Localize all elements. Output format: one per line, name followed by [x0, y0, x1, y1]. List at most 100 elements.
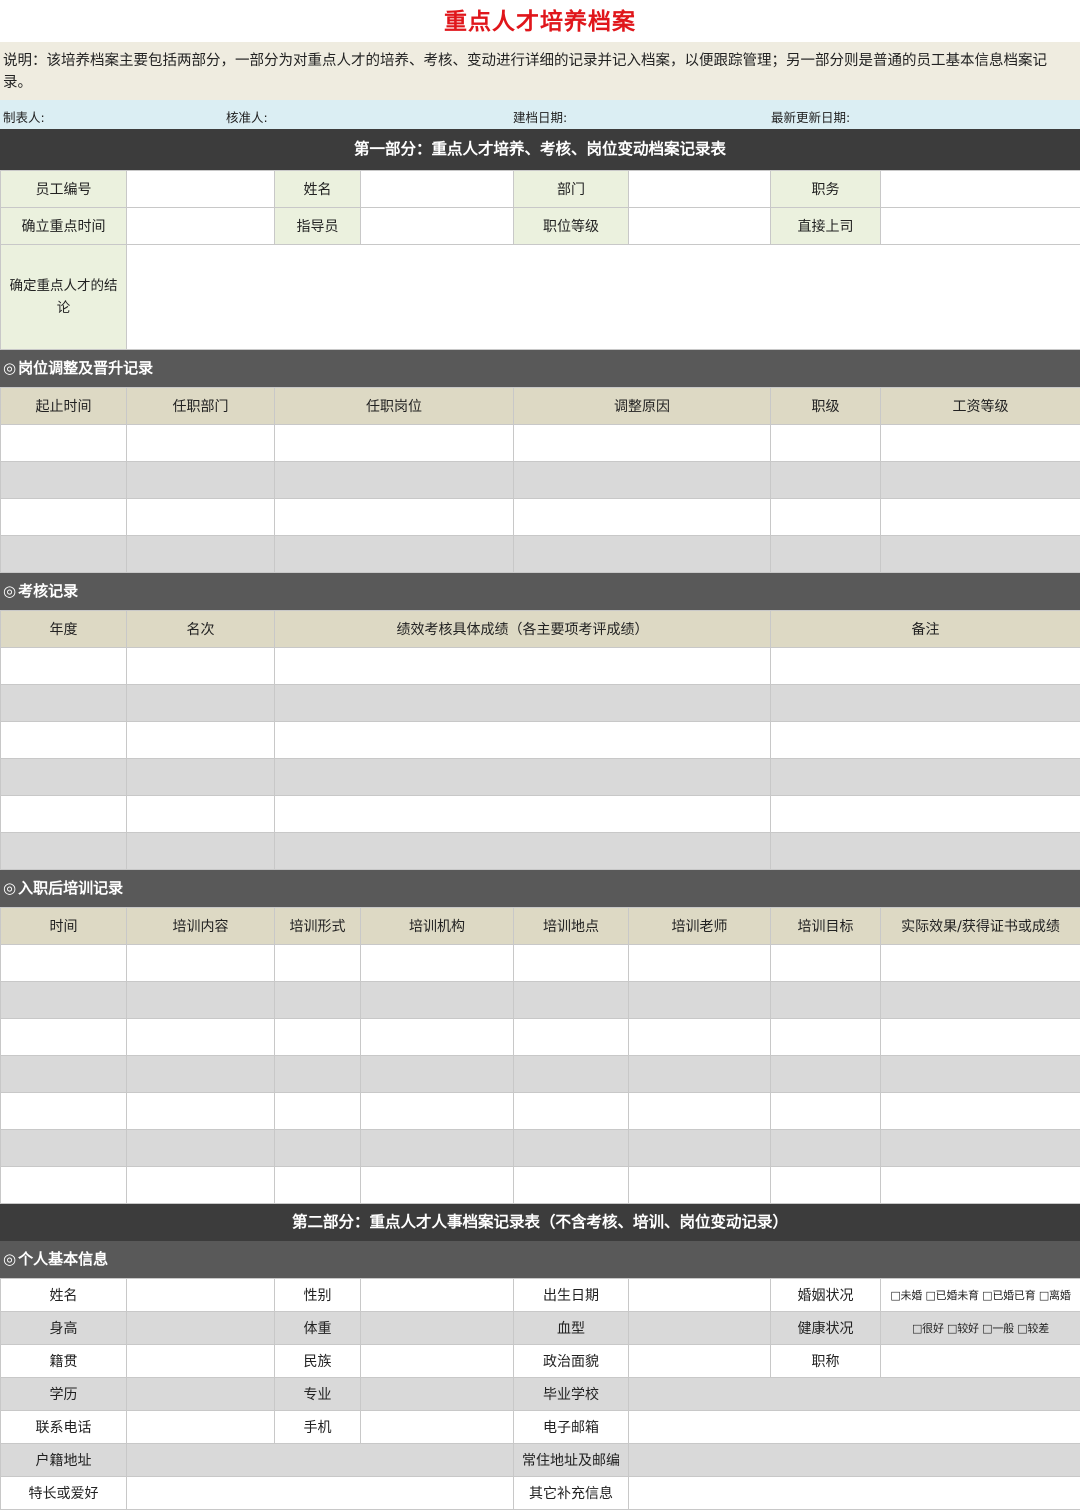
- school-value[interactable]: [629, 1378, 1080, 1411]
- cell[interactable]: [881, 1056, 1080, 1093]
- cell[interactable]: [771, 685, 1080, 722]
- other-value[interactable]: [629, 1477, 1080, 1510]
- cell[interactable]: [514, 1167, 629, 1204]
- cell[interactable]: [771, 1167, 881, 1204]
- key-time-value[interactable]: [127, 208, 275, 245]
- cell[interactable]: [771, 945, 881, 982]
- cell[interactable]: [771, 1093, 881, 1130]
- cell[interactable]: [275, 425, 514, 462]
- cell[interactable]: [361, 982, 514, 1019]
- address-value[interactable]: [629, 1444, 1080, 1477]
- cell[interactable]: [275, 462, 514, 499]
- position-level-value[interactable]: [629, 208, 771, 245]
- education-value[interactable]: [127, 1378, 275, 1411]
- cell[interactable]: [127, 1167, 275, 1204]
- cell[interactable]: [1, 1019, 127, 1056]
- cell[interactable]: [275, 1130, 361, 1167]
- native-value[interactable]: [127, 1345, 275, 1378]
- cell[interactable]: [361, 1019, 514, 1056]
- cell[interactable]: [275, 1167, 361, 1204]
- cell[interactable]: [1, 796, 127, 833]
- cell[interactable]: [1, 499, 127, 536]
- cell[interactable]: [127, 1093, 275, 1130]
- cell[interactable]: [361, 945, 514, 982]
- cell[interactable]: [275, 648, 771, 685]
- cell[interactable]: [514, 982, 629, 1019]
- cell[interactable]: [127, 425, 275, 462]
- employee-id-value[interactable]: [127, 171, 275, 208]
- cell[interactable]: [514, 945, 629, 982]
- cell[interactable]: [514, 1130, 629, 1167]
- cell[interactable]: [127, 499, 275, 536]
- cell[interactable]: [881, 945, 1080, 982]
- cell[interactable]: [771, 833, 1080, 870]
- email-value[interactable]: [629, 1411, 1080, 1444]
- cell[interactable]: [771, 982, 881, 1019]
- cell[interactable]: [514, 1019, 629, 1056]
- cell[interactable]: [127, 759, 275, 796]
- cell[interactable]: [514, 536, 771, 573]
- cell[interactable]: [514, 462, 771, 499]
- cell[interactable]: [127, 536, 275, 573]
- cell[interactable]: [881, 462, 1080, 499]
- cell[interactable]: [275, 833, 771, 870]
- cell[interactable]: [881, 1019, 1080, 1056]
- hukou-value[interactable]: [127, 1444, 514, 1477]
- cell[interactable]: [629, 982, 771, 1019]
- cell[interactable]: [771, 759, 1080, 796]
- cell[interactable]: [275, 982, 361, 1019]
- blood-value[interactable]: [629, 1312, 771, 1345]
- cell[interactable]: [275, 759, 771, 796]
- cell[interactable]: [127, 685, 275, 722]
- title-value[interactable]: [881, 1345, 1080, 1378]
- cell[interactable]: [771, 1019, 881, 1056]
- marital-options[interactable]: □未婚 □已婚未育 □已婚已育 □离婚: [881, 1279, 1080, 1312]
- cell[interactable]: [514, 1093, 629, 1130]
- cell[interactable]: [1, 1093, 127, 1130]
- mobile-value[interactable]: [361, 1411, 514, 1444]
- cell[interactable]: [127, 833, 275, 870]
- cell[interactable]: [275, 796, 771, 833]
- cell[interactable]: [629, 1167, 771, 1204]
- cell[interactable]: [771, 1056, 881, 1093]
- cell[interactable]: [881, 1167, 1080, 1204]
- cell[interactable]: [629, 1019, 771, 1056]
- cell[interactable]: [771, 796, 1080, 833]
- cell[interactable]: [771, 648, 1080, 685]
- height-value[interactable]: [127, 1312, 275, 1345]
- cell[interactable]: [361, 1167, 514, 1204]
- name-value[interactable]: [127, 1279, 275, 1312]
- weight-value[interactable]: [361, 1312, 514, 1345]
- cell[interactable]: [275, 536, 514, 573]
- duty-value[interactable]: [881, 171, 1080, 208]
- cell[interactable]: [514, 1056, 629, 1093]
- cell[interactable]: [881, 499, 1080, 536]
- cell[interactable]: [881, 425, 1080, 462]
- cell[interactable]: [629, 945, 771, 982]
- cell[interactable]: [1, 425, 127, 462]
- cell[interactable]: [127, 945, 275, 982]
- cell[interactable]: [275, 1019, 361, 1056]
- phone-value[interactable]: [127, 1411, 275, 1444]
- cell[interactable]: [1, 648, 127, 685]
- cell[interactable]: [771, 462, 881, 499]
- cell[interactable]: [1, 685, 127, 722]
- cell[interactable]: [1, 945, 127, 982]
- ethnic-value[interactable]: [361, 1345, 514, 1378]
- major-value[interactable]: [361, 1378, 514, 1411]
- supervisor-value[interactable]: [881, 208, 1080, 245]
- cell[interactable]: [1, 1130, 127, 1167]
- cell[interactable]: [514, 499, 771, 536]
- cell[interactable]: [127, 648, 275, 685]
- cell[interactable]: [127, 722, 275, 759]
- cell[interactable]: [127, 1019, 275, 1056]
- cell[interactable]: [1, 462, 127, 499]
- cell[interactable]: [275, 1056, 361, 1093]
- cell[interactable]: [881, 982, 1080, 1019]
- cell[interactable]: [275, 685, 771, 722]
- cell[interactable]: [1, 722, 127, 759]
- name-value[interactable]: [361, 171, 514, 208]
- cell[interactable]: [629, 1056, 771, 1093]
- health-options[interactable]: □很好 □较好 □一般 □较差: [881, 1312, 1080, 1345]
- cell[interactable]: [771, 536, 881, 573]
